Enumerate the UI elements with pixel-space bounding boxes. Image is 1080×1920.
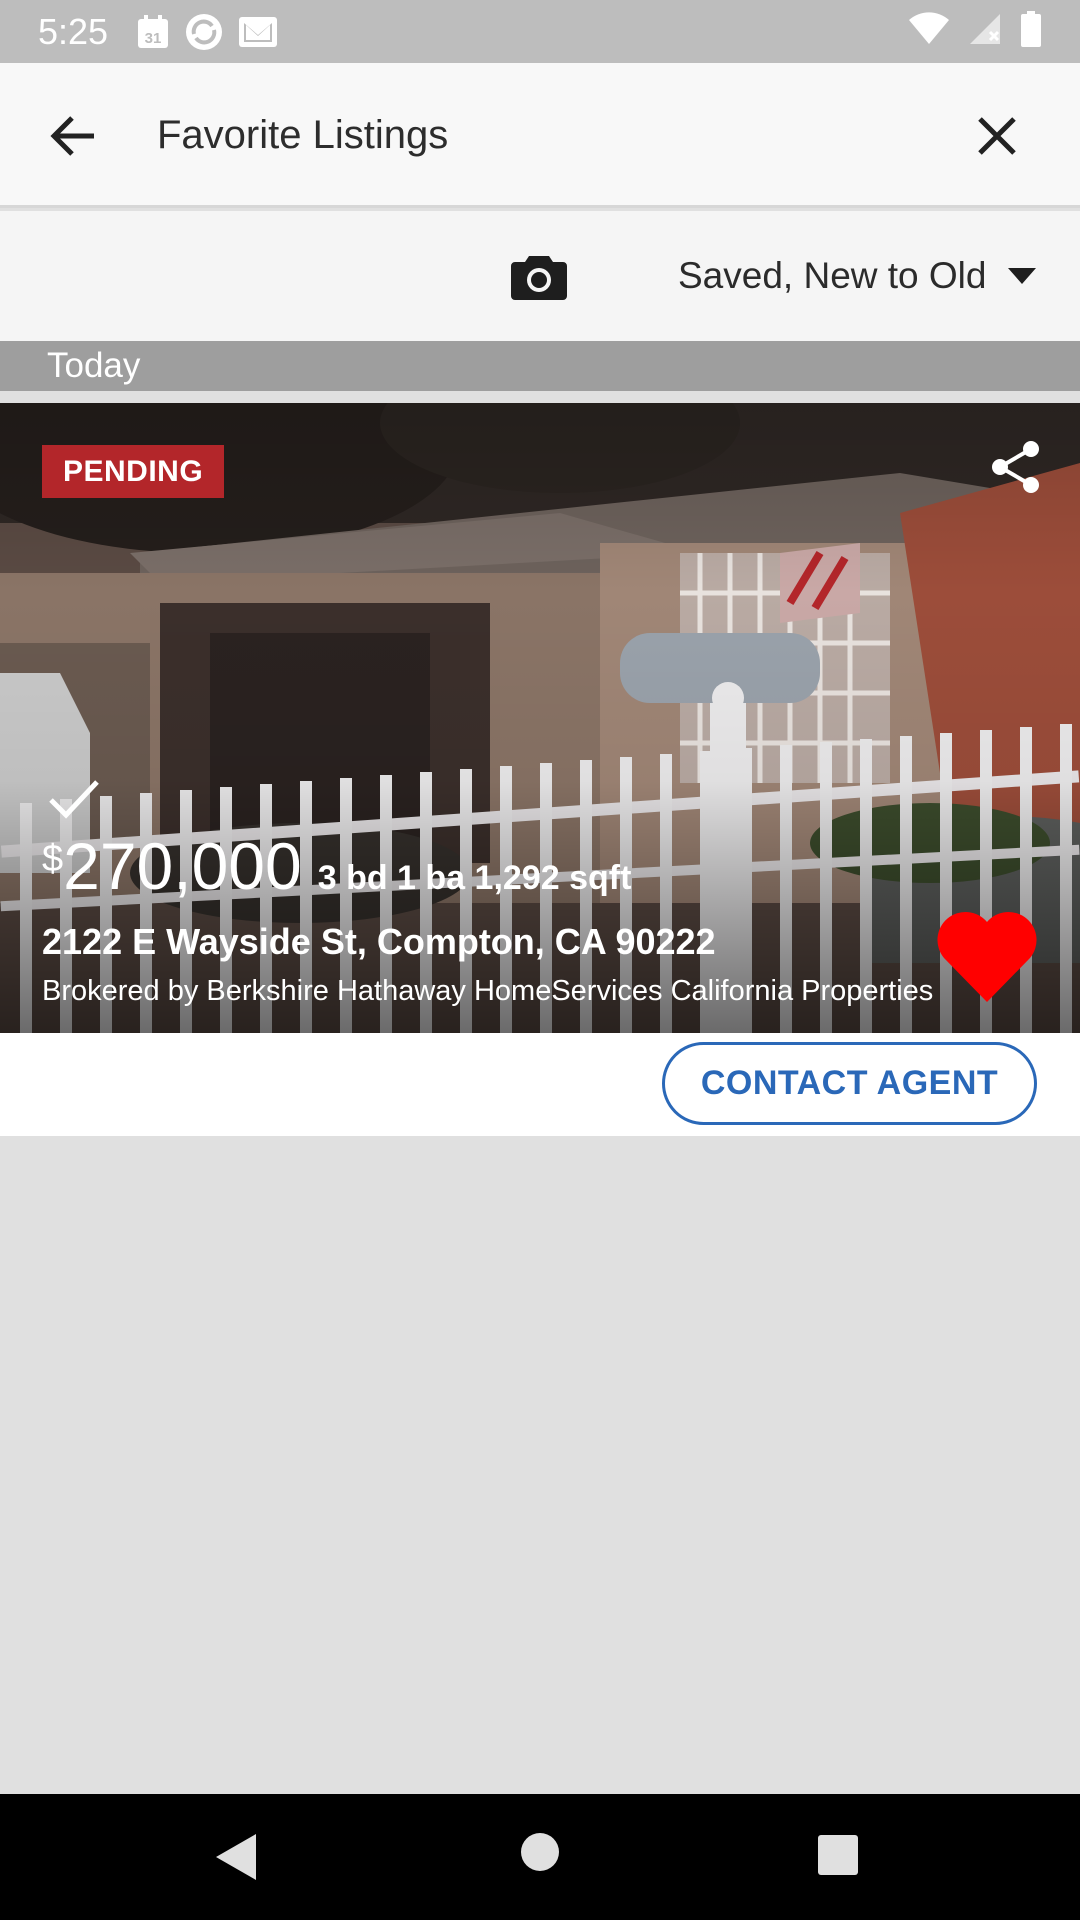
status-right bbox=[908, 11, 1042, 52]
section-header-today: Today bbox=[0, 341, 1080, 391]
camera-icon bbox=[511, 256, 567, 300]
heart-icon bbox=[937, 911, 1037, 1002]
broker-text: Brokered by Berkshire Hathaway HomeServi… bbox=[42, 975, 942, 1007]
calendar-day: 31 bbox=[145, 30, 162, 47]
listing-card[interactable]: PENDING $ 270,000 3 bd 1 ba 1,292 sqft 2… bbox=[0, 403, 1080, 1136]
app-bar: Favorite Listings bbox=[0, 63, 1080, 208]
nav-recents-icon bbox=[818, 1835, 858, 1875]
check-icon bbox=[49, 780, 99, 819]
camera-button[interactable] bbox=[505, 246, 573, 306]
filter-toolbar: Saved, New to Old bbox=[0, 211, 1080, 341]
status-bar: 5:25 31 bbox=[0, 0, 1080, 63]
screen: 5:25 31 Favorite Listings Saved, New to … bbox=[0, 0, 1080, 1920]
status-badge: PENDING bbox=[42, 445, 225, 498]
back-arrow-icon bbox=[50, 116, 94, 156]
price-currency: $ bbox=[42, 838, 64, 880]
sync-app-icon bbox=[184, 12, 224, 52]
cell-signal-icon bbox=[968, 12, 1002, 51]
listing-specs: 3 bd 1 ba 1,292 sqft bbox=[317, 859, 632, 897]
wifi-icon bbox=[908, 12, 950, 51]
nav-recents-button[interactable] bbox=[817, 1834, 859, 1881]
mail-icon bbox=[238, 15, 278, 49]
listing-price: 270,000 bbox=[63, 829, 302, 903]
share-icon bbox=[992, 441, 1039, 493]
close-button[interactable] bbox=[968, 107, 1026, 165]
share-button[interactable] bbox=[986, 437, 1046, 497]
nav-home-icon bbox=[521, 1833, 559, 1871]
contact-agent-button[interactable]: CONTACT AGENT bbox=[662, 1042, 1037, 1125]
price-row: $ 270,000 3 bd 1 ba 1,292 sqft bbox=[42, 828, 631, 904]
battery-icon bbox=[1020, 11, 1042, 52]
system-nav-bar bbox=[0, 1794, 1080, 1920]
status-time: 5:25 bbox=[38, 10, 109, 52]
sort-label: Saved, New to Old bbox=[678, 255, 987, 296]
listing-address: 2122 E Wayside St, Compton, CA 90222 bbox=[42, 921, 716, 962]
back-button[interactable] bbox=[44, 107, 102, 165]
page-title: Favorite Listings bbox=[157, 113, 449, 157]
listing-photo[interactable]: PENDING $ 270,000 3 bd 1 ba 1,292 sqft 2… bbox=[0, 403, 1080, 1033]
nav-home-button[interactable] bbox=[520, 1832, 560, 1877]
favorite-button[interactable] bbox=[934, 908, 1040, 1004]
sort-dropdown[interactable]: Saved, New to Old bbox=[678, 241, 1037, 311]
close-icon bbox=[978, 117, 1016, 155]
calendar-icon: 31 bbox=[136, 14, 170, 50]
dropdown-arrow-icon bbox=[1008, 268, 1037, 284]
nav-back-icon bbox=[216, 1834, 256, 1880]
nav-back-button[interactable] bbox=[214, 1832, 258, 1887]
